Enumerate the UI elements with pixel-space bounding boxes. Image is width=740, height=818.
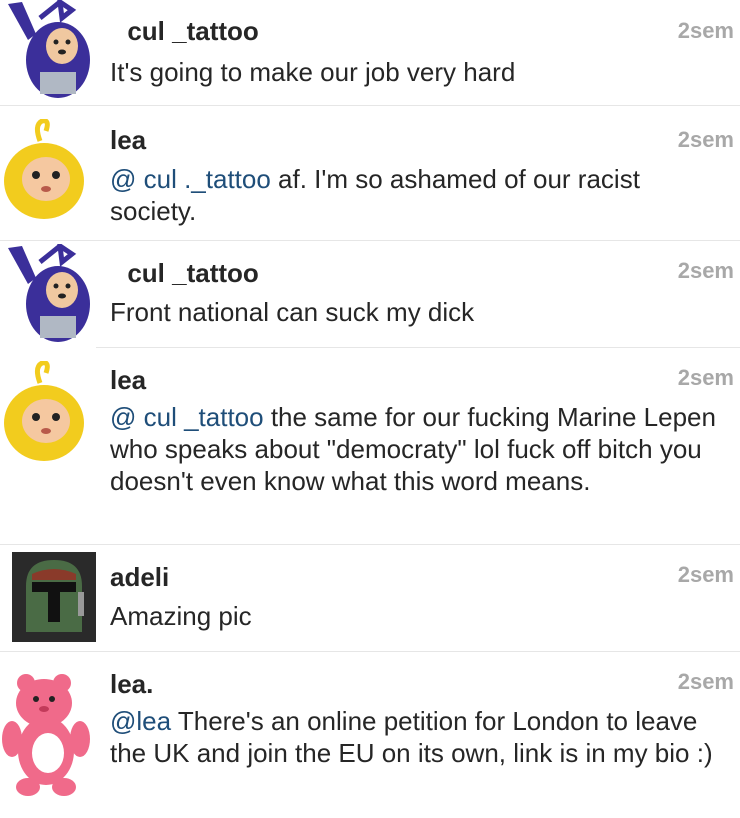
username[interactable]: lea	[110, 125, 146, 155]
comment-text: @ cul _tattoo the same for our fucking M…	[110, 402, 716, 496]
comment-item: ··cul _tattoo 2sem Front national can su…	[0, 242, 740, 348]
comment-item: lea. 2sem @lea There's an online petitio…	[0, 653, 740, 818]
tinky-winky-icon	[0, 0, 96, 104]
tinky-winky-icon	[0, 244, 96, 348]
timestamp: 2sem	[677, 127, 734, 152]
timestamp: 2sem	[677, 562, 734, 587]
avatar[interactable]	[0, 669, 96, 799]
comment-item: ··cul _tattoo 2sem It's going to make ou…	[0, 0, 740, 106]
comment-item: lea 2sem @ cul ._tattoo af. I'm so asham…	[0, 107, 740, 241]
comment-text: Front national can suck my dick	[110, 297, 475, 327]
comment-text: @lea There's an online petition for Lond…	[110, 706, 713, 768]
comments-list: ··cul _tattoo 2sem It's going to make ou…	[0, 0, 740, 818]
comment-item: adeli 2sem Amazing pic	[0, 546, 740, 652]
username[interactable]: adeli	[110, 562, 169, 592]
avatar[interactable]	[0, 119, 96, 223]
helmet-icon	[12, 552, 96, 642]
avatar[interactable]	[0, 361, 96, 465]
avatar[interactable]	[12, 552, 96, 642]
comment-text: Amazing pic	[110, 601, 252, 631]
username[interactable]: lea	[110, 365, 146, 395]
username[interactable]: ··cul _tattoo	[110, 258, 259, 288]
comment-text: @ cul ._tattoo af. I'm so ashamed of our…	[110, 164, 640, 226]
username[interactable]: ··cul _tattoo	[110, 16, 259, 46]
timestamp: 2sem	[677, 365, 734, 390]
timestamp: 2sem	[677, 669, 734, 694]
comment-item: lea 2sem @ cul _tattoo the same for our …	[0, 349, 740, 545]
timestamp: 2sem	[677, 258, 734, 283]
laa-laa-icon	[0, 119, 96, 223]
mention-link[interactable]: @lea	[110, 706, 171, 736]
mention-link[interactable]: @ cul ._tattoo	[110, 164, 271, 194]
username[interactable]: lea.	[110, 669, 153, 699]
laa-laa-icon	[0, 361, 96, 465]
avatar[interactable]	[0, 244, 96, 348]
avatar[interactable]	[0, 0, 96, 104]
comment-text: It's going to make our job very hard	[110, 57, 516, 87]
timestamp: 2sem	[677, 18, 734, 43]
mention-link[interactable]: @ cul _tattoo	[110, 402, 264, 432]
care-bear-icon	[0, 669, 96, 799]
